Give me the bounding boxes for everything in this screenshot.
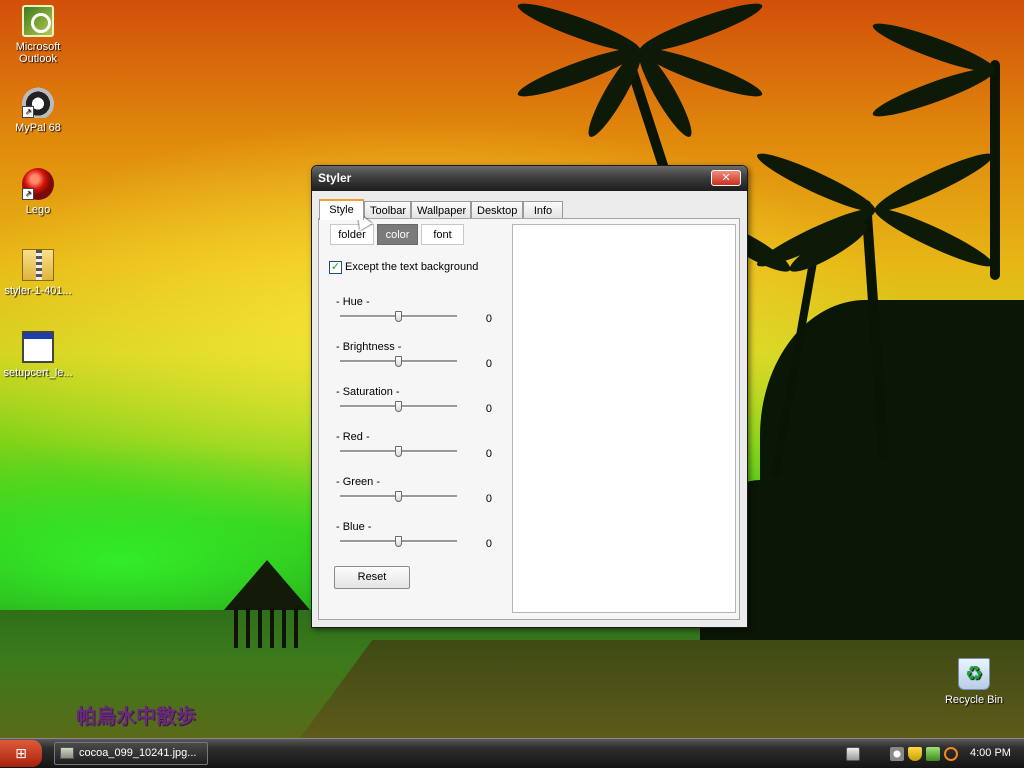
brightness-value: 0 <box>485 358 492 370</box>
color-preview-pane <box>512 224 736 613</box>
subtab-font[interactable]: font <box>421 224 464 245</box>
desktop-icon-setupcert[interactable]: setupcert_le... <box>0 331 76 379</box>
tab-desktop[interactable]: Desktop <box>471 201 523 219</box>
palm-trunk <box>990 60 1000 280</box>
palm-frond <box>870 200 998 275</box>
hue-label: - Hue - <box>336 296 370 308</box>
tab-wallpaper[interactable]: Wallpaper <box>411 201 471 219</box>
palm-frond <box>514 0 644 60</box>
palm-frond <box>870 145 998 220</box>
except-text-background-checkbox[interactable]: ✓ <box>329 261 342 274</box>
green-label: - Green - <box>336 476 381 488</box>
speaker-icon[interactable] <box>890 747 904 761</box>
network-icon[interactable] <box>926 747 940 761</box>
taskbar-item-label: cocoa_099_10241.jpg... <box>79 747 197 759</box>
desktop-icon-styler-zip[interactable]: styler-1-401... <box>0 249 76 297</box>
desktop-icon-label: setupcert_le... <box>3 367 73 379</box>
brightness-slider-thumb[interactable] <box>395 356 402 367</box>
desktop-icon-label: MyPal 68 <box>15 122 61 134</box>
desktop-icon-label: Recycle Bin <box>944 694 1004 706</box>
checkmark-icon: ✓ <box>330 261 341 273</box>
desktop-icon-outlook[interactable]: Microsoft Outlook <box>0 5 76 65</box>
taskbar: ⊞ cocoa_099_10241.jpg... 4:00 PM <box>0 738 1024 768</box>
shortcut-arrow-icon: ↗ <box>22 188 34 200</box>
close-icon: ✕ <box>721 172 731 184</box>
styler-window: Styler ✕ Style Toolbar Wallpaper Desktop… <box>311 165 748 628</box>
application-window-icon <box>22 331 54 363</box>
style-tab-panel: folder color font ✓ Except the text back… <box>318 218 740 620</box>
desktop-icon-recycle-bin[interactable]: ♻ Recycle Bin <box>936 658 1012 706</box>
blue-label: - Blue - <box>336 521 372 533</box>
window-titlebar[interactable]: Styler ✕ <box>312 166 747 191</box>
keyboard-icon[interactable] <box>846 747 860 761</box>
saturation-label: - Saturation - <box>336 386 400 398</box>
zip-archive-icon <box>22 249 54 281</box>
tab-info[interactable]: Info <box>523 201 563 219</box>
outlook-icon <box>22 5 54 37</box>
start-button[interactable]: ⊞ <box>0 740 42 767</box>
palm-frond <box>869 16 999 80</box>
shortcut-arrow-icon: ↗ <box>22 106 34 118</box>
green-value: 0 <box>485 493 492 505</box>
subtab-folder[interactable]: folder <box>330 224 374 245</box>
system-clock[interactable]: 4:00 PM <box>970 747 1011 759</box>
red-slider-thumb[interactable] <box>395 446 402 457</box>
red-value: 0 <box>485 448 492 460</box>
lego-icon: ↗ <box>22 168 54 200</box>
hue-value: 0 <box>485 313 492 325</box>
red-label: - Red - <box>336 431 370 443</box>
hut-pier-scenery <box>234 608 300 648</box>
tab-style[interactable]: Style <box>319 199 364 220</box>
brightness-label: - Brightness - <box>336 341 402 353</box>
window-title: Styler <box>318 171 352 185</box>
hut-scenery <box>224 560 310 610</box>
except-text-background-label[interactable]: Except the text background <box>345 261 478 273</box>
hue-slider-thumb[interactable] <box>395 311 402 322</box>
tab-toolbar[interactable]: Toolbar <box>364 201 411 219</box>
mypal-icon: ↗ <box>22 86 54 118</box>
desktop-icon-lego[interactable]: ↗ Lego <box>0 168 76 216</box>
close-button[interactable]: ✕ <box>711 170 741 186</box>
saturation-value: 0 <box>485 403 492 415</box>
desktop-background: 帕烏水中散歩 Microsoft Outlook ↗ MyPal 68 ↗ Le… <box>0 0 1024 738</box>
desktop-icon-label: styler-1-401... <box>4 285 72 297</box>
recycle-bin-icon: ♻ <box>958 658 990 690</box>
desktop-icon-label: Microsoft Outlook <box>15 41 61 65</box>
reset-button[interactable]: Reset <box>334 566 410 589</box>
search-icon[interactable] <box>944 747 958 761</box>
image-file-icon <box>60 747 74 759</box>
subtab-color[interactable]: color <box>377 224 418 245</box>
shield-icon[interactable] <box>908 747 922 761</box>
desktop-icon-label: Lego <box>25 204 51 216</box>
beach-scenery <box>300 640 1024 738</box>
green-slider-thumb[interactable] <box>395 491 402 502</box>
palm-frond <box>752 145 880 220</box>
wallpaper-watermark: 帕烏水中散歩 <box>76 704 196 728</box>
saturation-slider-thumb[interactable] <box>395 401 402 412</box>
desktop-icon-mypal[interactable]: ↗ MyPal 68 <box>0 86 76 134</box>
blue-slider-thumb[interactable] <box>395 536 402 547</box>
windows-logo-icon: ⊞ <box>15 745 27 761</box>
blue-value: 0 <box>485 538 492 550</box>
taskbar-item-cocoa[interactable]: cocoa_099_10241.jpg... <box>54 742 208 765</box>
